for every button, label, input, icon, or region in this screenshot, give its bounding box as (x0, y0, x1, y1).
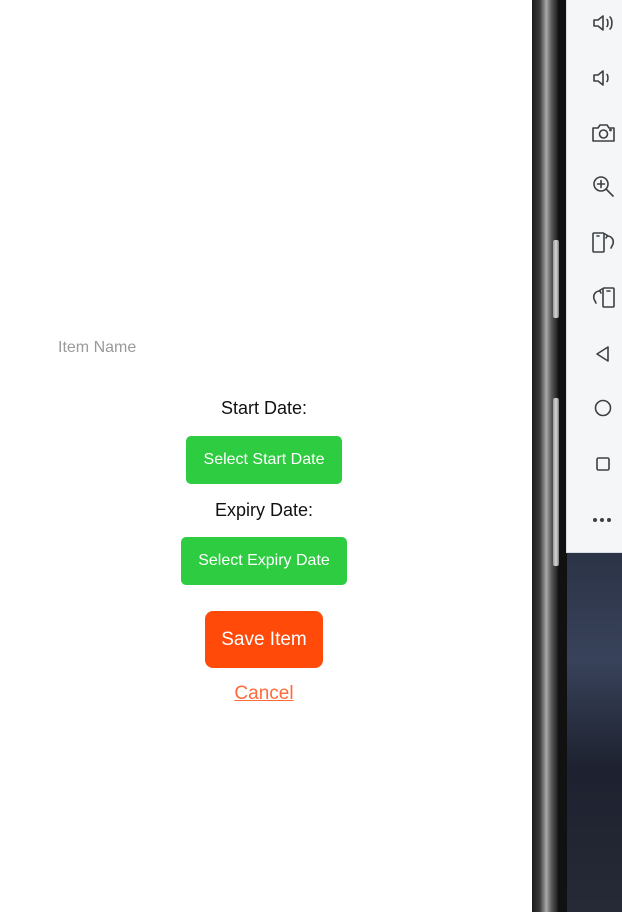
zoom-button[interactable] (567, 160, 622, 214)
device-side-button-power (553, 240, 559, 318)
overview-icon (591, 451, 617, 477)
screenshot-button[interactable] (567, 106, 622, 160)
cancel-link[interactable]: Cancel (0, 683, 528, 705)
home-button[interactable] (567, 381, 622, 435)
start-date-label: Start Date: (220, 398, 308, 418)
desktop-wallpaper (567, 552, 622, 912)
home-icon (591, 395, 617, 421)
volume-up-icon (591, 10, 617, 36)
zoom-in-icon (591, 174, 617, 200)
camera-icon (591, 120, 617, 146)
rotate-left-button[interactable] (567, 271, 622, 325)
save-item-button[interactable]: Save Item (205, 611, 323, 668)
select-start-date-button[interactable]: Select Start Date (186, 436, 342, 484)
select-expiry-date-button[interactable]: Select Expiry Date (181, 537, 347, 585)
rotate-left-icon (591, 285, 617, 311)
expiry-date-label: Expiry Date: (214, 500, 314, 520)
back-button[interactable] (567, 327, 622, 381)
rotate-right-button[interactable] (567, 216, 622, 270)
rotate-right-icon (591, 230, 617, 256)
back-icon (591, 341, 617, 367)
emulator-toolbar (566, 0, 622, 553)
volume-down-button[interactable] (567, 51, 622, 105)
device-side-button-volume (553, 398, 559, 566)
emulator-window: Start Date: Select Start Date Expiry Dat… (0, 0, 622, 912)
more-button[interactable] (567, 492, 622, 546)
volume-up-button[interactable] (567, 0, 622, 50)
volume-down-icon (591, 65, 617, 91)
app-screen: Start Date: Select Start Date Expiry Dat… (0, 0, 532, 912)
overview-button[interactable] (567, 437, 622, 491)
more-icon (591, 506, 617, 532)
item-name-input[interactable] (56, 334, 360, 362)
